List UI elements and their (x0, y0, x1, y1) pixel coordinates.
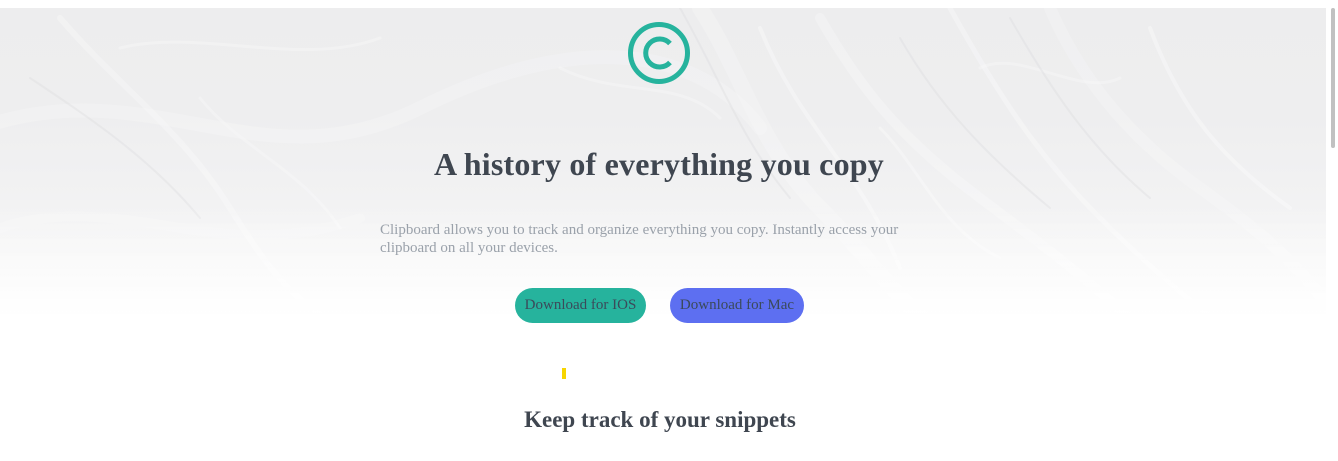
features-title: Keep track of your snippets (524, 407, 796, 432)
copyright-c-logo-icon (628, 22, 690, 84)
hero-headline: A history of everything you copy (434, 146, 884, 182)
accent-bar (562, 368, 566, 379)
download-mac-button[interactable]: Download for Mac (670, 288, 804, 323)
top-gap (0, 0, 1338, 8)
download-ios-button[interactable]: Download for IOS (515, 288, 646, 323)
hero-description: Clipboard allows you to track and organi… (380, 222, 899, 256)
scrollbar-thumb[interactable] (1331, 8, 1335, 148)
landing-page: A history of everything you copy Clipboa… (0, 0, 1338, 461)
